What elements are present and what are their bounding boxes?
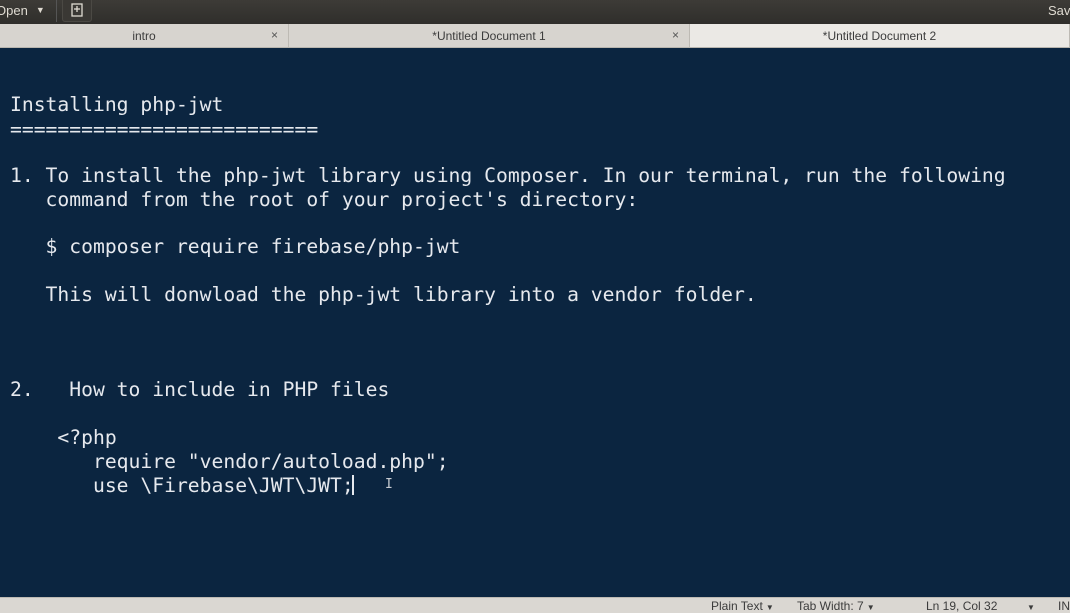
editor-line: require "vendor/autoload.php";	[10, 450, 449, 473]
text-cursor	[352, 475, 354, 495]
chevron-down-icon: ▼	[1027, 603, 1035, 612]
language-label: Plain Text	[711, 599, 763, 613]
status-bar: Plain Text ▼ Tab Width: 7 ▼ Ln 19, Col 32 …	[0, 597, 1070, 613]
save-button-label: Save	[1048, 2, 1070, 18]
header-bar: Open ▼ Save	[0, 0, 1070, 24]
chevron-down-icon: ▼	[35, 5, 45, 15]
cursor-position-label: Ln 19, Col 32	[926, 599, 998, 613]
tab-width-selector[interactable]: Tab Width: 7 ▼	[797, 599, 875, 613]
tab-untitled-document-2[interactable]: *Untitled Document 2	[690, 24, 1070, 47]
button-divider	[56, 0, 57, 22]
editor-line: ==========================	[10, 118, 319, 141]
position-menu-button[interactable]: ▼	[1024, 599, 1035, 613]
editor-line: use \Firebase\JWT\JWT;	[10, 474, 354, 497]
new-document-button[interactable]	[62, 0, 92, 22]
close-icon[interactable]: ×	[672, 28, 679, 42]
tab-bar: intro × *Untitled Document 1 × *Untitled…	[0, 24, 1070, 48]
ibeam-cursor-icon: I	[385, 477, 393, 492]
open-button-label: Open	[0, 2, 28, 18]
tab-label: *Untitled Document 2	[822, 28, 937, 43]
tab-width-label: Tab Width: 7	[797, 599, 864, 613]
editor-line: $ composer require firebase/php-jwt	[10, 235, 461, 258]
chevron-down-icon: ▼	[765, 603, 774, 612]
tab-label: *Untitled Document 1	[432, 28, 546, 43]
editor-line: <?php	[10, 426, 117, 449]
editor-line: This will donwload the php-jwt library i…	[10, 283, 757, 306]
editor-line: 1. To install the php-jwt library using …	[10, 164, 1006, 187]
chevron-down-icon: ▼	[866, 603, 875, 612]
tab-untitled-document-1[interactable]: *Untitled Document 1 ×	[289, 24, 690, 47]
insert-mode[interactable]: INS	[1058, 599, 1070, 613]
language-selector[interactable]: Plain Text ▼	[711, 599, 774, 613]
insert-mode-label: INS	[1058, 599, 1070, 613]
open-button[interactable]: Open ▼	[0, 0, 54, 20]
text-editor[interactable]: Installing php-jwt =====================…	[0, 48, 1070, 597]
cursor-position[interactable]: Ln 19, Col 32	[926, 599, 997, 613]
tab-intro[interactable]: intro ×	[0, 24, 289, 47]
tab-label: intro	[132, 28, 156, 43]
editor-line: Installing php-jwt	[10, 93, 224, 116]
close-icon[interactable]: ×	[271, 28, 278, 42]
editor-line: command from the root of your project's …	[10, 188, 639, 211]
save-button[interactable]: Save	[1048, 0, 1070, 20]
editor-line: 2. How to include in PHP files	[10, 378, 390, 401]
new-document-icon	[71, 3, 83, 17]
